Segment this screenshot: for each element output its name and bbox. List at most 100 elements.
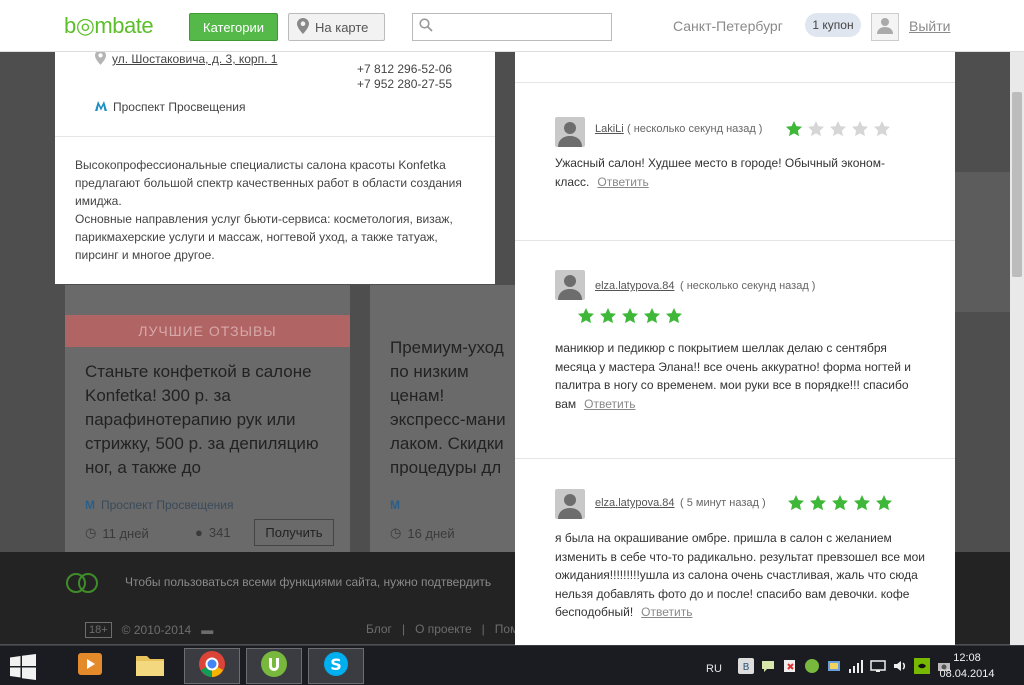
review-author[interactable]: elza.latypova.84 <box>595 280 675 292</box>
deal-card-1-get-button[interactable]: Получить <box>254 519 334 546</box>
review-text: маникюр и педикюр с покрытием шеллак дел… <box>555 339 925 413</box>
star-filled-icon <box>666 308 682 324</box>
salon-phone-1[interactable]: +7 812 296-52-06 <box>357 62 452 77</box>
footer-link-about[interactable]: О проекте <box>415 622 472 636</box>
categories-button[interactable]: Категории <box>189 13 278 41</box>
taskbar-clock[interactable]: 12:08 08.04.2014 <box>938 650 996 682</box>
logout-link[interactable]: Выйти <box>909 18 950 34</box>
deal-card-1-metro-label: Проспект Просвещения <box>101 498 234 512</box>
salon-phone-2[interactable]: +7 952 280-27-55 <box>357 77 452 92</box>
deal-card-3-edge <box>955 172 1010 312</box>
salon-metro-label: Проспект Просвещения <box>113 100 246 114</box>
reply-link[interactable]: Ответить <box>641 605 692 619</box>
volume-icon[interactable] <box>892 658 908 679</box>
review-rating <box>577 307 683 325</box>
metro-icon: M <box>390 498 400 512</box>
search-input[interactable] <box>437 15 607 39</box>
deal-card-2-days-label: 16 дней <box>407 525 455 541</box>
deal-card-1-people: ● 341 <box>195 525 231 540</box>
review-rating <box>787 494 893 512</box>
monitor-icon[interactable] <box>870 658 886 679</box>
footer-link-blog[interactable]: Блог <box>366 622 392 636</box>
section-divider <box>55 136 495 137</box>
salon-phones: +7 812 296-52-06 +7 952 280-27-55 <box>357 62 452 92</box>
taskbar-skype[interactable]: S <box>308 648 364 684</box>
metro-icon: M <box>85 498 95 512</box>
skype-icon: S <box>322 650 350 683</box>
footer-divider: | <box>481 622 485 636</box>
person-icon: ● <box>195 525 203 540</box>
star-filled-icon <box>600 308 616 324</box>
taskbar-chrome[interactable] <box>184 648 240 684</box>
copyright-text: © 2010-2014 <box>121 623 192 637</box>
deal-card-2-title[interactable]: Премиум-уход по низким ценам! экспресс-м… <box>390 336 520 476</box>
card-icon: ▬ <box>201 623 214 637</box>
chrome-icon <box>198 650 226 683</box>
best-reviews-ribbon: ЛУЧШИЕ ОТЗЫВЫ <box>65 315 350 347</box>
windows-taskbar: S RU B 12:08 08.04.2014 <box>0 645 1024 685</box>
reply-link[interactable]: Ответить <box>584 397 635 411</box>
review-item: elza.latypova.84 ( 5 минут назад ) я был… <box>515 458 955 645</box>
boombate-logo[interactable]: b◎mbate <box>64 13 154 39</box>
clock-icon: ◷ <box>85 525 97 540</box>
search-icon <box>419 17 433 37</box>
taskbar-file-explorer[interactable] <box>122 648 178 684</box>
deal-card-1-days: ◷ 11 дней <box>85 525 149 541</box>
clock-icon: ◷ <box>390 525 402 540</box>
metro-icon <box>95 100 107 114</box>
footer-links: Блог | О проекте | Пом <box>366 622 518 636</box>
review-author[interactable]: LakiLi <box>595 123 624 135</box>
utorrent-tray-icon[interactable] <box>804 658 820 679</box>
review-text: я была на окрашивание омбре. пришла в са… <box>555 529 925 622</box>
confirm-banner-text: Чтобы пользоваться всеми функциями сайта… <box>125 575 492 589</box>
svg-text:S: S <box>330 655 342 674</box>
user-profile-button[interactable] <box>871 13 899 41</box>
clock-time: 12:08 <box>953 652 981 664</box>
review-text: Ужасный салон! Худшее место в городе! Об… <box>555 154 925 191</box>
system-tray: RU B <box>706 658 952 679</box>
avatar[interactable] <box>555 489 585 519</box>
search-box[interactable] <box>412 13 612 41</box>
avatar[interactable] <box>555 117 585 147</box>
nvidia-icon[interactable] <box>913 658 930 679</box>
salon-metro: Проспект Просвещения <box>95 100 246 114</box>
vk-icon[interactable]: B <box>737 658 754 679</box>
review-author[interactable]: elza.latypova.84 <box>595 497 675 509</box>
reply-link[interactable]: Ответить <box>597 175 648 189</box>
folder-icon <box>135 651 165 682</box>
star-empty-icon <box>852 121 868 137</box>
network-manager-icon[interactable] <box>826 658 842 679</box>
age-badge: 18+ <box>85 622 112 638</box>
star-empty-icon <box>808 121 824 137</box>
language-indicator[interactable]: RU <box>706 663 722 675</box>
chat-icon[interactable] <box>760 658 776 679</box>
avatar[interactable] <box>555 270 585 300</box>
signal-icon[interactable] <box>848 658 864 679</box>
on-map-button[interactable]: На карте <box>288 13 385 41</box>
footer-divider: | <box>401 622 406 636</box>
star-filled-icon <box>622 308 638 324</box>
star-filled-icon <box>786 121 802 137</box>
page-scrollbar-thumb[interactable] <box>1012 92 1022 277</box>
deal-card-2-days: ◷ 16 дней <box>390 525 455 541</box>
coupon-badge[interactable]: 1 купон <box>805 13 861 37</box>
star-filled-icon <box>832 495 848 511</box>
flag-icon[interactable] <box>782 658 798 679</box>
salon-description: Высокопрофессиональные специалисты салон… <box>75 158 462 262</box>
taskbar-utorrent[interactable] <box>246 648 302 684</box>
review-time: ( несколько секунд назад ) <box>627 123 763 135</box>
star-empty-icon <box>830 121 846 137</box>
city-selector[interactable]: Санкт-Петербург <box>673 18 783 34</box>
top-navigation-bar: b◎mbate Категории На карте Санкт-Петербу… <box>0 0 1024 52</box>
clock-date: 08.04.2014 <box>939 668 995 680</box>
star-empty-icon <box>874 121 890 137</box>
deal-card-1-title[interactable]: Станьте конфеткой в салоне Konfetka! 300… <box>85 360 345 480</box>
taskbar-media-player[interactable] <box>62 648 118 684</box>
salon-address-label: ул. Шостаковича, д. 3, корп. 1 <box>112 52 278 66</box>
reviews-panel: LakiLi ( несколько секунд назад ) Ужасны… <box>515 52 955 645</box>
salon-address[interactable]: ул. Шостаковича, д. 3, корп. 1 <box>95 50 277 68</box>
review-time: ( несколько секунд назад ) <box>680 280 816 292</box>
review-rating <box>785 120 891 138</box>
footer-logo-icon <box>65 571 99 595</box>
windows-start-icon[interactable] <box>10 654 36 680</box>
